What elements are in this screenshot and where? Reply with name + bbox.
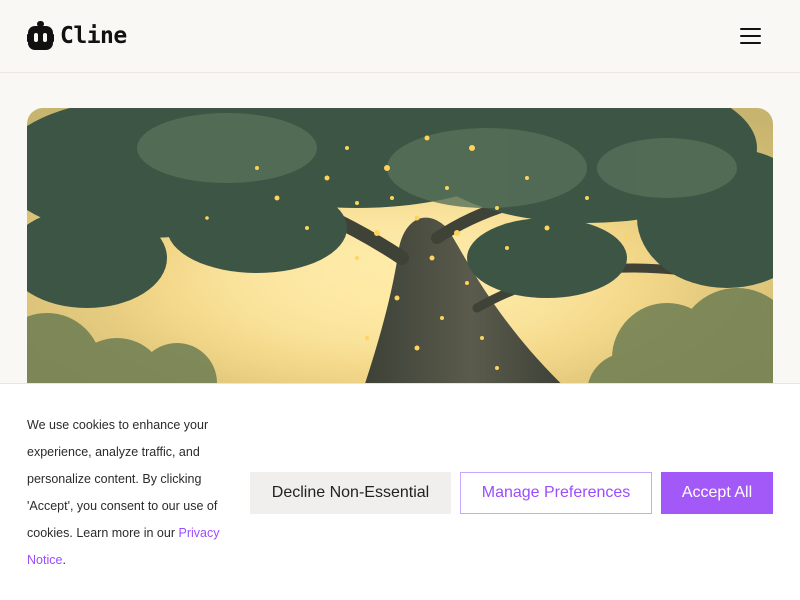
decline-non-essential-button[interactable]: Decline Non-Essential (250, 472, 451, 514)
hero-image (27, 108, 773, 408)
logo-wordmark: Cline (60, 23, 127, 49)
cline-logo[interactable]: Cline (27, 21, 127, 51)
cookie-message-text: We use cookies to enhance your experienc… (27, 418, 218, 540)
manage-preferences-button[interactable]: Manage Preferences (460, 472, 652, 514)
accept-all-button[interactable]: Accept All (661, 472, 773, 514)
glowing-tree-illustration (27, 108, 773, 408)
hamburger-menu-icon[interactable] (740, 27, 762, 45)
cline-robot-logo-icon (27, 21, 54, 50)
cookie-consent-banner: We use cookies to enhance your experienc… (0, 383, 800, 600)
site-header: Cline (0, 0, 800, 73)
cookie-message-end: . (62, 553, 66, 567)
cookie-message: We use cookies to enhance your experienc… (27, 412, 232, 574)
